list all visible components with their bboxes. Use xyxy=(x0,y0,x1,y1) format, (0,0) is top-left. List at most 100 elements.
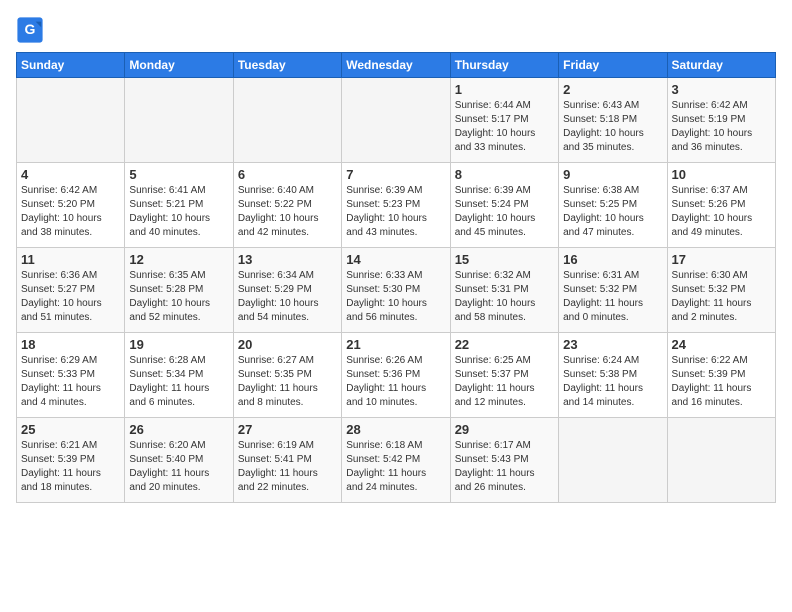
day-info: Sunrise: 6:42 AM Sunset: 5:20 PM Dayligh… xyxy=(21,184,120,240)
calendar-cell: 7 Sunrise: 6:39 AM Sunset: 5:23 PM Daylig… xyxy=(342,163,450,248)
header-row: SundayMondayTuesdayWednesdayThursdayFrid… xyxy=(17,53,776,78)
day-info: Sunrise: 6:44 AM Sunset: 5:17 PM Dayligh… xyxy=(455,99,554,155)
calendar-cell: 3 Sunrise: 6:42 AM Sunset: 5:19 PM Daylig… xyxy=(667,78,775,163)
day-info: Sunrise: 6:38 AM Sunset: 5:25 PM Dayligh… xyxy=(563,184,662,240)
day-number: 20 xyxy=(238,337,337,352)
calendar-cell: 20Sunrise: 6:27 AM Sunset: 5:35 PM Dayli… xyxy=(233,333,341,418)
calendar-cell xyxy=(233,78,341,163)
day-number: 24 xyxy=(672,337,771,352)
calendar-cell: 18 Sunrise: 6:29 AM Sunset: 5:33 PM Dayli… xyxy=(17,333,125,418)
day-info: Sunrise: 6:34 AM Sunset: 5:29 PM Dayligh… xyxy=(238,269,337,325)
header-tuesday: Tuesday xyxy=(233,53,341,78)
day-info: Sunrise: 6:22 AM Sunset: 5:39 PM Dayligh… xyxy=(672,354,771,410)
day-info: Sunrise: 6:39 AM Sunset: 5:24 PM Dayligh… xyxy=(455,184,554,240)
week-row-5: 25 Sunrise: 6:21 AM Sunset: 5:39 PM Dayli… xyxy=(17,418,776,503)
day-info: Sunrise: 6:36 AM Sunset: 5:27 PM Dayligh… xyxy=(21,269,120,325)
calendar-cell: 4Sunrise: 6:42 AM Sunset: 5:20 PM Daylig… xyxy=(17,163,125,248)
day-info: Sunrise: 6:28 AM Sunset: 5:34 PM Dayligh… xyxy=(129,354,228,410)
calendar-cell: 13 Sunrise: 6:34 AM Sunset: 5:29 PM Dayli… xyxy=(233,248,341,333)
calendar-cell: 8 Sunrise: 6:39 AM Sunset: 5:24 PM Daylig… xyxy=(450,163,558,248)
day-number: 7 xyxy=(346,167,445,182)
day-info: Sunrise: 6:26 AM Sunset: 5:36 PM Dayligh… xyxy=(346,354,445,410)
day-number: 25 xyxy=(21,422,120,437)
day-number: 9 xyxy=(563,167,662,182)
calendar-cell: 11 Sunrise: 6:36 AM Sunset: 5:27 PM Dayli… xyxy=(17,248,125,333)
day-info: Sunrise: 6:39 AM Sunset: 5:23 PM Dayligh… xyxy=(346,184,445,240)
calendar-cell: 25 Sunrise: 6:21 AM Sunset: 5:39 PM Dayli… xyxy=(17,418,125,503)
day-info: Sunrise: 6:42 AM Sunset: 5:19 PM Dayligh… xyxy=(672,99,771,155)
day-info: Sunrise: 6:37 AM Sunset: 5:26 PM Dayligh… xyxy=(672,184,771,240)
calendar-table: SundayMondayTuesdayWednesdayThursdayFrid… xyxy=(16,52,776,503)
day-number: 22 xyxy=(455,337,554,352)
day-number: 1 xyxy=(455,82,554,97)
day-info: Sunrise: 6:25 AM Sunset: 5:37 PM Dayligh… xyxy=(455,354,554,410)
header-friday: Friday xyxy=(559,53,667,78)
calendar-cell: 27 Sunrise: 6:19 AM Sunset: 5:41 PM Dayli… xyxy=(233,418,341,503)
day-number: 14 xyxy=(346,252,445,267)
day-number: 11 xyxy=(21,252,120,267)
day-number: 23 xyxy=(563,337,662,352)
week-row-4: 18 Sunrise: 6:29 AM Sunset: 5:33 PM Dayli… xyxy=(17,333,776,418)
day-number: 18 xyxy=(21,337,120,352)
header-saturday: Saturday xyxy=(667,53,775,78)
calendar-cell xyxy=(125,78,233,163)
calendar-cell: 15 Sunrise: 6:32 AM Sunset: 5:31 PM Dayli… xyxy=(450,248,558,333)
day-info: Sunrise: 6:32 AM Sunset: 5:31 PM Dayligh… xyxy=(455,269,554,325)
day-info: Sunrise: 6:20 AM Sunset: 5:40 PM Dayligh… xyxy=(129,439,228,495)
day-number: 12 xyxy=(129,252,228,267)
header-wednesday: Wednesday xyxy=(342,53,450,78)
calendar-cell xyxy=(342,78,450,163)
calendar-cell: 28 Sunrise: 6:18 AM Sunset: 5:42 PM Dayli… xyxy=(342,418,450,503)
calendar-cell: 9 Sunrise: 6:38 AM Sunset: 5:25 PM Daylig… xyxy=(559,163,667,248)
day-number: 10 xyxy=(672,167,771,182)
day-info: Sunrise: 6:43 AM Sunset: 5:18 PM Dayligh… xyxy=(563,99,662,155)
day-info: Sunrise: 6:30 AM Sunset: 5:32 PM Dayligh… xyxy=(672,269,771,325)
calendar-cell: 2 Sunrise: 6:43 AM Sunset: 5:18 PM Daylig… xyxy=(559,78,667,163)
day-number: 8 xyxy=(455,167,554,182)
day-number: 2 xyxy=(563,82,662,97)
calendar-cell: 5 Sunrise: 6:41 AM Sunset: 5:21 PM Daylig… xyxy=(125,163,233,248)
calendar-cell: 24 Sunrise: 6:22 AM Sunset: 5:39 PM Dayli… xyxy=(667,333,775,418)
page-header: G xyxy=(16,16,776,44)
day-info: Sunrise: 6:40 AM Sunset: 5:22 PM Dayligh… xyxy=(238,184,337,240)
calendar-cell: 29 Sunrise: 6:17 AM Sunset: 5:43 PM Dayli… xyxy=(450,418,558,503)
day-number: 19 xyxy=(129,337,228,352)
calendar-cell xyxy=(559,418,667,503)
day-info: Sunrise: 6:29 AM Sunset: 5:33 PM Dayligh… xyxy=(21,354,120,410)
day-number: 3 xyxy=(672,82,771,97)
day-number: 15 xyxy=(455,252,554,267)
calendar-cell: 23 Sunrise: 6:24 AM Sunset: 5:38 PM Dayli… xyxy=(559,333,667,418)
calendar-cell xyxy=(667,418,775,503)
day-number: 29 xyxy=(455,422,554,437)
day-info: Sunrise: 6:41 AM Sunset: 5:21 PM Dayligh… xyxy=(129,184,228,240)
calendar-cell: 22 Sunrise: 6:25 AM Sunset: 5:37 PM Dayli… xyxy=(450,333,558,418)
header-thursday: Thursday xyxy=(450,53,558,78)
day-number: 16 xyxy=(563,252,662,267)
week-row-2: 4Sunrise: 6:42 AM Sunset: 5:20 PM Daylig… xyxy=(17,163,776,248)
day-number: 28 xyxy=(346,422,445,437)
svg-text:G: G xyxy=(25,21,36,37)
day-number: 6 xyxy=(238,167,337,182)
day-info: Sunrise: 6:24 AM Sunset: 5:38 PM Dayligh… xyxy=(563,354,662,410)
day-info: Sunrise: 6:19 AM Sunset: 5:41 PM Dayligh… xyxy=(238,439,337,495)
logo-icon: G xyxy=(16,16,44,44)
day-number: 17 xyxy=(672,252,771,267)
week-row-1: 1 Sunrise: 6:44 AM Sunset: 5:17 PM Daylig… xyxy=(17,78,776,163)
calendar-cell: 6 Sunrise: 6:40 AM Sunset: 5:22 PM Daylig… xyxy=(233,163,341,248)
calendar-cell xyxy=(17,78,125,163)
calendar-cell: 16 Sunrise: 6:31 AM Sunset: 5:32 PM Dayli… xyxy=(559,248,667,333)
calendar-cell: 21Sunrise: 6:26 AM Sunset: 5:36 PM Dayli… xyxy=(342,333,450,418)
day-info: Sunrise: 6:17 AM Sunset: 5:43 PM Dayligh… xyxy=(455,439,554,495)
calendar-cell: 19 Sunrise: 6:28 AM Sunset: 5:34 PM Dayli… xyxy=(125,333,233,418)
day-number: 5 xyxy=(129,167,228,182)
day-number: 13 xyxy=(238,252,337,267)
day-number: 27 xyxy=(238,422,337,437)
day-info: Sunrise: 6:33 AM Sunset: 5:30 PM Dayligh… xyxy=(346,269,445,325)
day-info: Sunrise: 6:21 AM Sunset: 5:39 PM Dayligh… xyxy=(21,439,120,495)
calendar-cell: 12Sunrise: 6:35 AM Sunset: 5:28 PM Dayli… xyxy=(125,248,233,333)
day-info: Sunrise: 6:31 AM Sunset: 5:32 PM Dayligh… xyxy=(563,269,662,325)
header-monday: Monday xyxy=(125,53,233,78)
week-row-3: 11 Sunrise: 6:36 AM Sunset: 5:27 PM Dayli… xyxy=(17,248,776,333)
logo: G xyxy=(16,16,48,44)
day-info: Sunrise: 6:18 AM Sunset: 5:42 PM Dayligh… xyxy=(346,439,445,495)
